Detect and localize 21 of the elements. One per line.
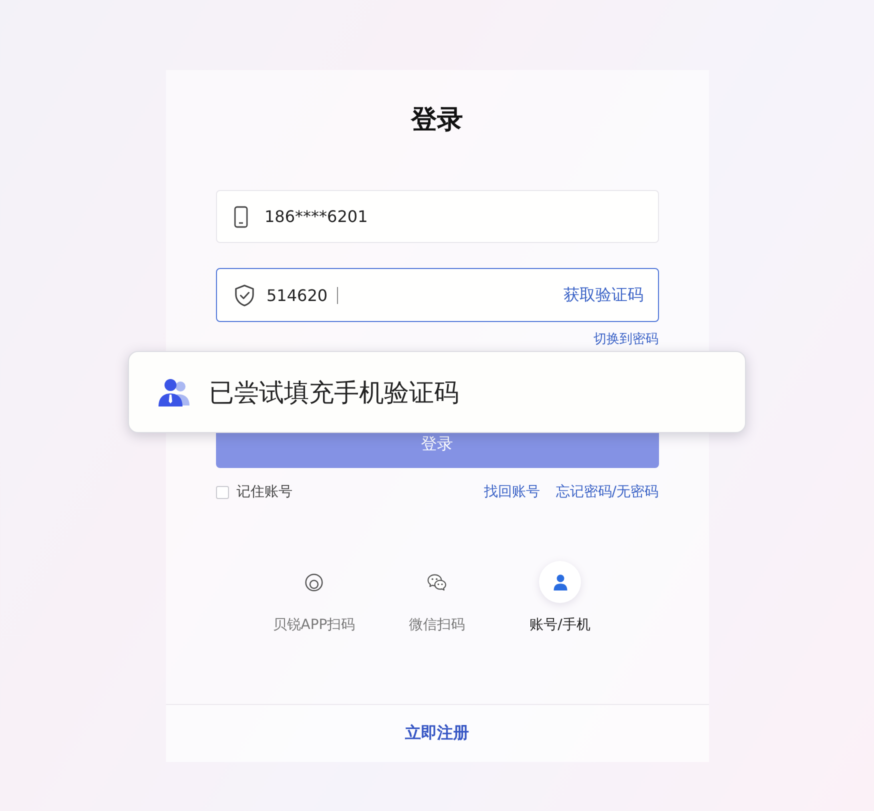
toast-message: 已尝试填充手机验证码 [209, 376, 459, 408]
switch-to-password-link[interactable]: 切换到密码 [594, 333, 658, 347]
login-method-button[interactable]: 微信扫码 [376, 561, 498, 634]
remember-checkbox[interactable] [216, 486, 228, 498]
users-icon [158, 378, 190, 406]
ring-icon [304, 572, 324, 592]
shield-check-icon [234, 284, 254, 306]
phone-input-field[interactable]: 186****6201 [216, 190, 658, 243]
login-method-button[interactable]: 贝锐APP扫码 [252, 561, 376, 634]
register-link[interactable]: 立即注册 [405, 723, 469, 743]
person-icon [539, 561, 581, 603]
account-help-link[interactable]: 找回账号 [484, 483, 540, 501]
chat-bubbles-icon [427, 572, 447, 592]
phone-icon [234, 206, 248, 228]
code-input-field[interactable]: 514620 获取验证码 [216, 268, 658, 322]
remember-label: 记住账号 [236, 483, 292, 501]
account-help-link[interactable]: 忘记密码/无密码 [556, 483, 658, 501]
page-title: 登录 [410, 104, 464, 136]
login-method-button[interactable]: 账号/手机 [498, 561, 622, 634]
text-cursor-icon [336, 286, 338, 304]
get-code-link[interactable]: 获取验证码 [564, 284, 644, 306]
